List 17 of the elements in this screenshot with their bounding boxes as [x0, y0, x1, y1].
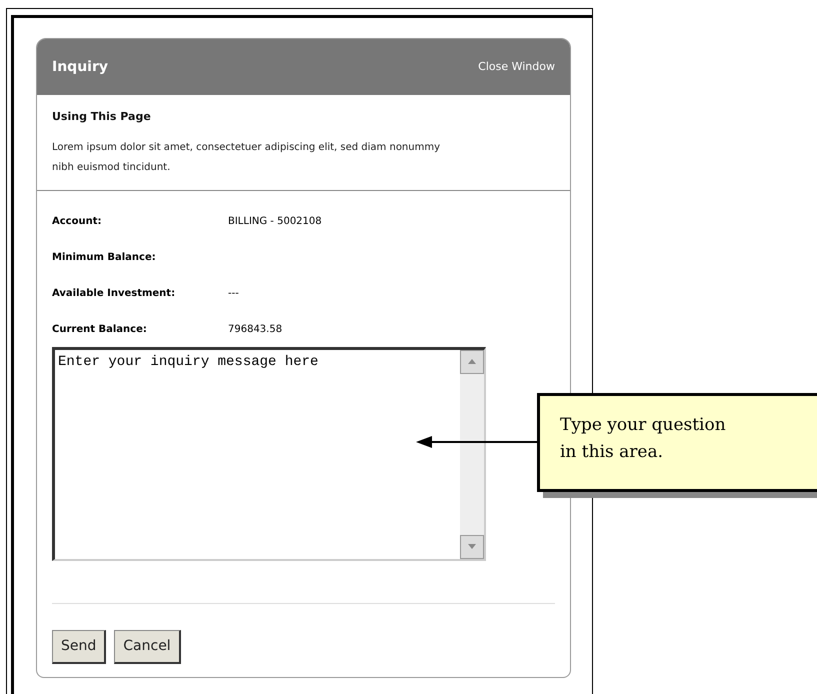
cancel-button[interactable]: Cancel: [114, 630, 181, 664]
intro-text: Lorem ipsum dolor sit amet, consectetuer adipiscing elit, sed diam nonummy nibh euismod tincidunt.: [52, 140, 442, 174]
dialog-title: Inquiry: [52, 58, 108, 76]
close-window-link[interactable]: Close Window: [478, 58, 555, 76]
field-value: ---: [228, 287, 239, 301]
field-label: Account:: [52, 215, 102, 229]
field-label: Available Investment:: [52, 287, 176, 301]
scroll-down-icon[interactable]: [460, 534, 484, 558]
field-value: 796843.58: [228, 323, 282, 337]
section-heading: Using This Page: [52, 109, 152, 125]
callout-text: Type your question in this area.: [560, 414, 727, 464]
send-button[interactable]: Send: [52, 630, 106, 664]
field-value: BILLING - 5002108: [228, 215, 322, 229]
field-label: Minimum Balance:: [52, 251, 157, 265]
scroll-up-icon[interactable]: [460, 350, 484, 374]
scrollbar[interactable]: [460, 350, 484, 558]
field-label: Current Balance:: [52, 323, 148, 337]
